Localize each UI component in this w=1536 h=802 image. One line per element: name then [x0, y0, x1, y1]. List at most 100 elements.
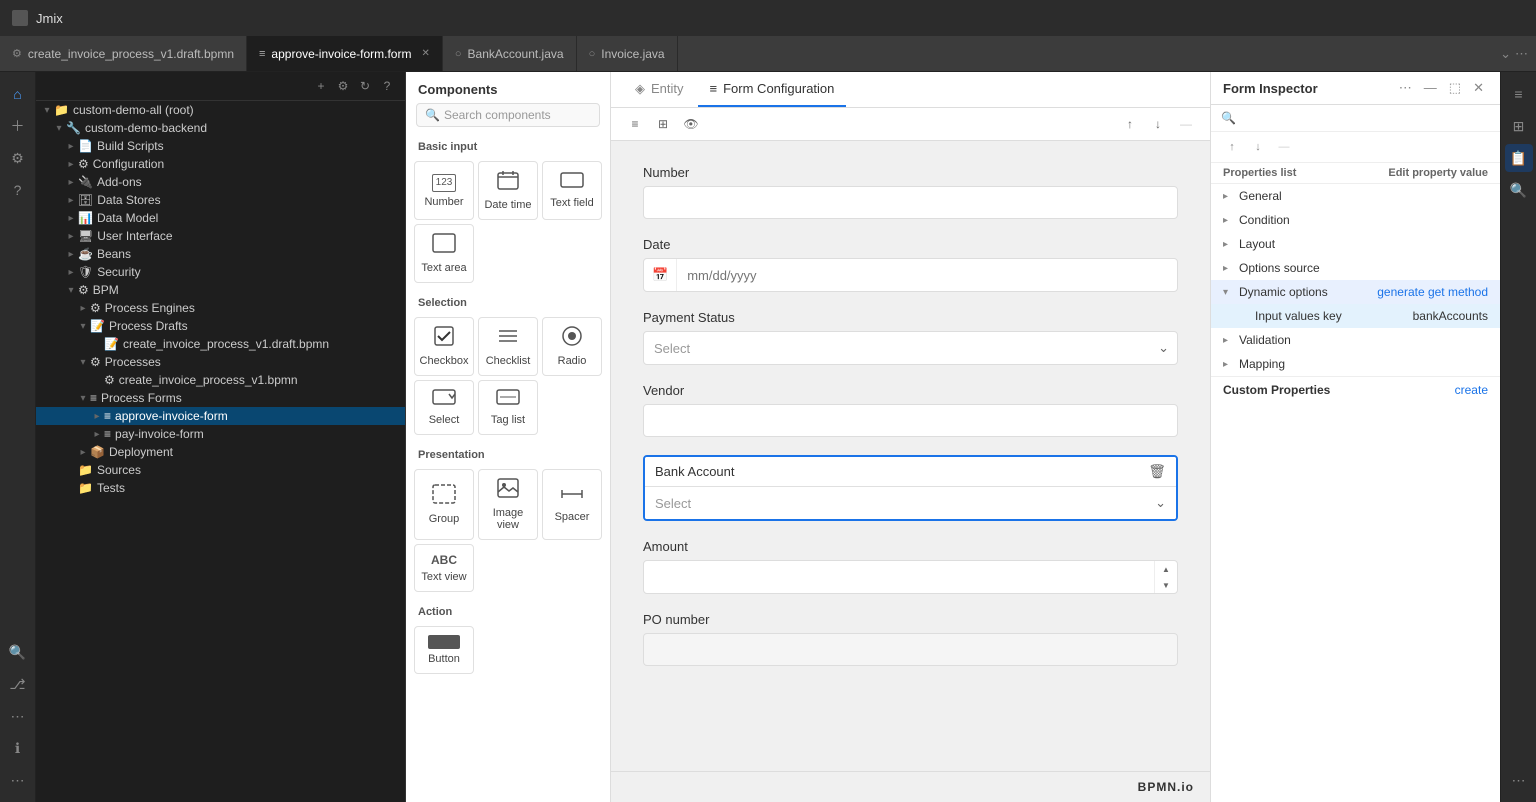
- date-input[interactable]: [677, 260, 1177, 291]
- tree-item-deployment[interactable]: ▸ 📦 Deployment: [36, 443, 405, 461]
- comp-datetime[interactable]: Date time: [478, 161, 538, 220]
- tab-create-invoice[interactable]: ⚙ create_invoice_process_v1.draft.bpmn: [0, 36, 247, 71]
- inspector-search[interactable]: 🔍: [1211, 105, 1500, 132]
- sidebar-btn-add[interactable]: ＋: [4, 112, 32, 140]
- tree-item-data-stores[interactable]: ▸ 🗄 Data Stores: [36, 191, 405, 209]
- toolbar-grid-view-btn[interactable]: ⊞: [651, 112, 675, 136]
- comp-image-view[interactable]: Image view: [478, 469, 538, 540]
- form-input-number[interactable]: [643, 186, 1178, 219]
- date-wrapper[interactable]: 📅: [643, 258, 1178, 292]
- amount-spin-up[interactable]: ▲: [1155, 561, 1177, 577]
- tab-form-configuration[interactable]: ≡ Form Configuration: [698, 72, 847, 107]
- prop-row-dynamic-options[interactable]: ▾ Dynamic options generate get method: [1211, 280, 1500, 304]
- prop-row-input-values-key[interactable]: Input values key bankAccounts: [1211, 304, 1500, 328]
- comp-text-area[interactable]: Text area: [414, 224, 474, 283]
- right-sidebar-btn-2[interactable]: ⊞: [1505, 112, 1533, 140]
- custom-properties-create-link[interactable]: create: [1455, 383, 1488, 397]
- tree-action-btn-4[interactable]: ?: [377, 76, 397, 96]
- amount-spin-down[interactable]: ▼: [1155, 577, 1177, 593]
- tree-item-tests[interactable]: ▸ 📁 Tests: [36, 479, 405, 497]
- component-search-box[interactable]: 🔍: [416, 103, 600, 127]
- bank-account-delete-btn[interactable]: 🗑: [1148, 463, 1166, 480]
- sidebar-btn-dots[interactable]: ⋯: [4, 702, 32, 730]
- prop-expand-layout[interactable]: ▸: [1223, 239, 1239, 250]
- bank-account-field[interactable]: Bank Account 🗑 Select ⌄: [643, 455, 1178, 521]
- tree-item-processes[interactable]: ▾ ⚙ Processes: [36, 353, 405, 371]
- amount-input[interactable]: [644, 562, 1154, 593]
- sidebar-btn-more[interactable]: ⋯: [4, 766, 32, 794]
- right-sidebar-btn-4[interactable]: 🔍: [1505, 176, 1533, 204]
- payment-status-select[interactable]: Select ⌄: [643, 331, 1178, 365]
- tab-approve-invoice[interactable]: ≡ approve-invoice-form.form ✕: [247, 36, 443, 71]
- toolbar-minus-btn[interactable]: —: [1174, 112, 1198, 136]
- tree-item-pay-invoice[interactable]: ▸ ≡ pay-invoice-form: [36, 425, 405, 443]
- inspector-more-btn[interactable]: ⋯: [1395, 80, 1416, 96]
- prop-expand-condition[interactable]: ▸: [1223, 215, 1239, 226]
- comp-group[interactable]: Group: [414, 469, 474, 540]
- comp-text-field[interactable]: Text field: [542, 161, 602, 220]
- sidebar-btn-settings[interactable]: ⚙: [4, 144, 32, 172]
- comp-text-view[interactable]: ABC Text view: [414, 544, 474, 592]
- prop-expand-dynamic[interactable]: ▾: [1223, 287, 1239, 298]
- inspector-maximize-btn[interactable]: ⬚: [1445, 80, 1465, 96]
- sidebar-btn-info[interactable]: ℹ: [4, 734, 32, 762]
- tree-item-create-invoice-draft[interactable]: ▸ 📝 create_invoice_process_v1.draft.bpmn: [36, 335, 405, 353]
- prop-value-dynamic-options-link[interactable]: generate get method: [1377, 285, 1488, 299]
- prop-expand-options[interactable]: ▸: [1223, 263, 1239, 274]
- tree-action-btn-3[interactable]: ↻: [355, 76, 375, 96]
- comp-checklist[interactable]: Checklist: [478, 317, 538, 376]
- comp-button[interactable]: Button: [414, 626, 474, 674]
- right-sidebar-btn-1[interactable]: ≡: [1505, 80, 1533, 108]
- tree-item-security[interactable]: ▸ 🛡 Security: [36, 263, 405, 281]
- inspector-nav-up[interactable]: ↑: [1221, 136, 1243, 158]
- comp-number[interactable]: 123 Number: [414, 161, 474, 220]
- tree-item-backend[interactable]: ▾ 🔧 custom-demo-backend: [36, 119, 405, 137]
- tree-item-approve-invoice[interactable]: ▸ ≡ approve-invoice-form: [36, 407, 405, 425]
- prop-row-options-source[interactable]: ▸ Options source: [1211, 256, 1500, 280]
- prop-expand-mapping[interactable]: ▸: [1223, 359, 1239, 370]
- tree-item-process-drafts[interactable]: ▾ 📝 Process Drafts: [36, 317, 405, 335]
- sidebar-btn-help[interactable]: ?: [4, 176, 32, 204]
- tab-more-icon[interactable]: ⋯: [1515, 46, 1528, 62]
- tree-item-user-interface[interactable]: ▸ 🖥 User Interface: [36, 227, 405, 245]
- inspector-close-btn[interactable]: ✕: [1469, 80, 1488, 96]
- tree-item-data-model[interactable]: ▸ 📊 Data Model: [36, 209, 405, 227]
- tree-item-sources[interactable]: ▸ 📁 Sources: [36, 461, 405, 479]
- comp-checkbox[interactable]: Checkbox: [414, 317, 474, 376]
- search-input[interactable]: [444, 108, 591, 122]
- prop-expand-general[interactable]: ▸: [1223, 191, 1239, 202]
- toolbar-down-btn[interactable]: ↓: [1146, 112, 1170, 136]
- right-sidebar-btn-3[interactable]: 📋: [1505, 144, 1533, 172]
- prop-row-general[interactable]: ▸ General: [1211, 184, 1500, 208]
- tree-item-addons[interactable]: ▸ 🔌 Add-ons: [36, 173, 405, 191]
- tree-item-beans[interactable]: ▸ ☕ Beans: [36, 245, 405, 263]
- tab-invoice[interactable]: ○ Invoice.java: [577, 36, 678, 71]
- tree-item-bpm[interactable]: ▾ ⚙ BPM: [36, 281, 405, 299]
- bank-account-select[interactable]: Select ⌄: [645, 487, 1176, 519]
- toolbar-list-view-btn[interactable]: ≡: [623, 112, 647, 136]
- tree-action-btn-2[interactable]: ⚙: [333, 76, 353, 96]
- form-input-vendor[interactable]: [643, 404, 1178, 437]
- tab-entity[interactable]: ◈ Entity: [623, 72, 696, 107]
- comp-spacer[interactable]: Spacer: [542, 469, 602, 540]
- inspector-nav-down[interactable]: ↓: [1247, 136, 1269, 158]
- right-sidebar-btn-bottom[interactable]: ⋯: [1505, 766, 1533, 794]
- tab-bank-account[interactable]: ○ BankAccount.java: [443, 36, 577, 71]
- tree-action-btn-1[interactable]: +: [311, 76, 331, 96]
- sidebar-btn-home[interactable]: ⌂: [4, 80, 32, 108]
- prop-row-validation[interactable]: ▸ Validation: [1211, 328, 1500, 352]
- prop-row-condition[interactable]: ▸ Condition: [1211, 208, 1500, 232]
- prop-expand-validation[interactable]: ▸: [1223, 335, 1239, 346]
- prop-row-layout[interactable]: ▸ Layout: [1211, 232, 1500, 256]
- tree-item-build-scripts[interactable]: ▸ 📄 Build Scripts: [36, 137, 405, 155]
- form-input-po-number[interactable]: [643, 633, 1178, 666]
- tree-item-process-engines[interactable]: ▸ ⚙ Process Engines: [36, 299, 405, 317]
- comp-tag-list[interactable]: Tag list: [478, 380, 538, 435]
- toolbar-preview-btn[interactable]: 👁: [679, 112, 703, 136]
- tree-item-create-invoice-bpmn[interactable]: ▸ ⚙ create_invoice_process_v1.bpmn: [36, 371, 405, 389]
- comp-select[interactable]: Select: [414, 380, 474, 435]
- tab-expand-icon[interactable]: ⌄: [1500, 46, 1511, 62]
- tab-close-button[interactable]: ✕: [421, 48, 429, 59]
- prop-row-mapping[interactable]: ▸ Mapping: [1211, 352, 1500, 376]
- sidebar-btn-search[interactable]: 🔍: [4, 638, 32, 666]
